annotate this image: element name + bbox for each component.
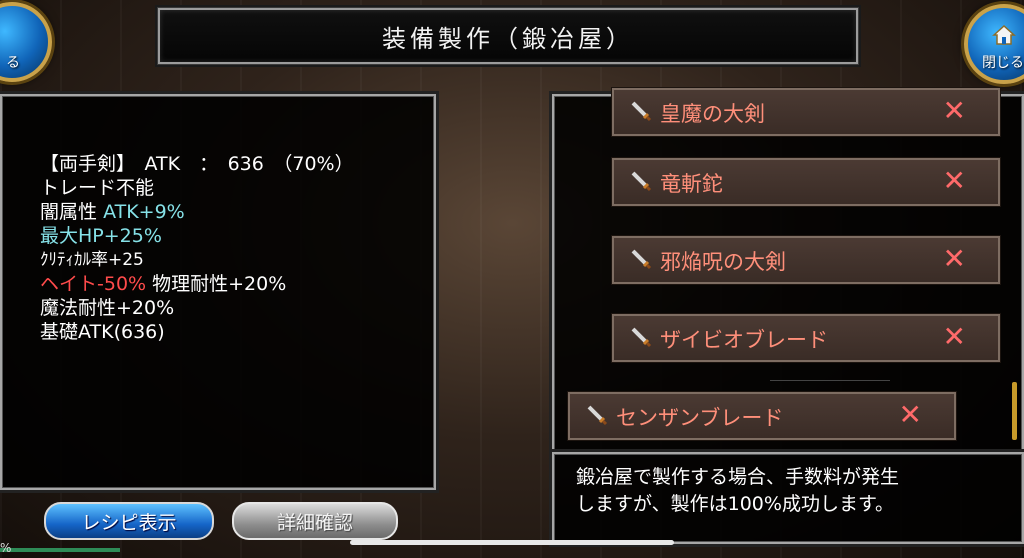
recipe-item-selected[interactable]: センザンブレード ✕	[568, 392, 956, 440]
sword-icon	[631, 249, 652, 270]
sword-icon	[631, 101, 652, 122]
sword-icon	[587, 405, 608, 426]
recipe-item[interactable]: ザイビオブレード ✕	[612, 314, 1000, 362]
recipe-item[interactable]: 竜斬鉈 ✕	[612, 158, 1000, 206]
bottom-progress-bar	[0, 548, 120, 552]
recipe-scrollbar[interactable]	[1012, 382, 1017, 440]
detail-confirm-button[interactable]: 詳細確認	[232, 502, 398, 540]
edge-percent-text: %	[0, 541, 12, 555]
remove-icon[interactable]: ✕	[943, 320, 966, 353]
stat-line-magic-res: 魔法耐性+20%	[40, 297, 175, 319]
recipe-name: ザイビオブレード	[660, 328, 828, 352]
recipe-name: 竜斬鉈	[660, 172, 723, 196]
sword-icon	[631, 171, 652, 192]
info-line-2: しますが、製作は100%成功します。	[576, 493, 895, 515]
remove-icon[interactable]: ✕	[943, 164, 966, 197]
recipe-name: 邪焔呪の大剣	[660, 250, 786, 274]
page-title: 装備製作（鍛冶屋）	[382, 24, 634, 53]
home-indicator[interactable]	[350, 540, 674, 545]
info-text: 鍛冶屋で製作する場合、手数料が発生 しますが、製作は100%成功します。	[576, 464, 899, 518]
stat-phys-res: 物理耐性+20%	[152, 273, 287, 295]
stat-atk-bonus: ATK+9%	[103, 201, 185, 223]
item-details-panel: 【両手剣】 ATK ： 636 （70%） トレード不能 闇属性 ATK+9% …	[0, 94, 436, 490]
stat-line-hp: 最大HP+25%	[40, 225, 162, 247]
remove-icon[interactable]: ✕	[943, 242, 966, 275]
remove-icon[interactable]: ✕	[943, 94, 966, 127]
recipe-display-button[interactable]: レシピ表示	[44, 502, 214, 540]
close-button-label: 閉じる	[982, 55, 1024, 71]
back-button-label: る	[6, 55, 20, 71]
item-stats: 【両手剣】 ATK ： 636 （70%） トレード不能 闇属性 ATK+9% …	[40, 152, 354, 344]
stat-line-weapon: 【両手剣】 ATK ： 636 （70%）	[40, 153, 354, 175]
stat-element-label: 闇属性	[40, 201, 98, 223]
stat-line-base-atk: 基礎ATK(636)	[40, 321, 165, 343]
info-line-1: 鍛冶屋で製作する場合、手数料が発生	[576, 466, 900, 488]
home-icon	[992, 24, 1016, 45]
recipe-name: 皇魔の大剣	[660, 102, 765, 126]
stat-hate: ヘイト-50%	[40, 273, 147, 295]
sword-icon	[631, 327, 652, 348]
title-bar: 装備製作（鍛冶屋）	[157, 7, 859, 65]
recipe-item[interactable]: 皇魔の大剣 ✕	[612, 88, 1000, 136]
back-button[interactable]: る	[0, 2, 52, 82]
remove-icon[interactable]: ✕	[899, 398, 922, 431]
recipe-item[interactable]: 邪焔呪の大剣 ✕	[612, 236, 1000, 284]
close-home-button[interactable]: 閉じる	[964, 4, 1024, 84]
stat-line-hate: ヘイト-50% 物理耐性+20%	[40, 272, 354, 296]
info-panel: 鍛冶屋で製作する場合、手数料が発生 しますが、製作は100%成功します。	[552, 452, 1024, 544]
recipe-name: センザンブレード	[616, 406, 784, 430]
stat-line-element: 闇属性 ATK+9%	[40, 200, 354, 224]
stat-line-crit: ｸﾘﾃｨｶﾙ率+25	[40, 250, 144, 270]
stat-line-trade: トレード不能	[40, 177, 155, 199]
list-divider	[770, 380, 890, 381]
